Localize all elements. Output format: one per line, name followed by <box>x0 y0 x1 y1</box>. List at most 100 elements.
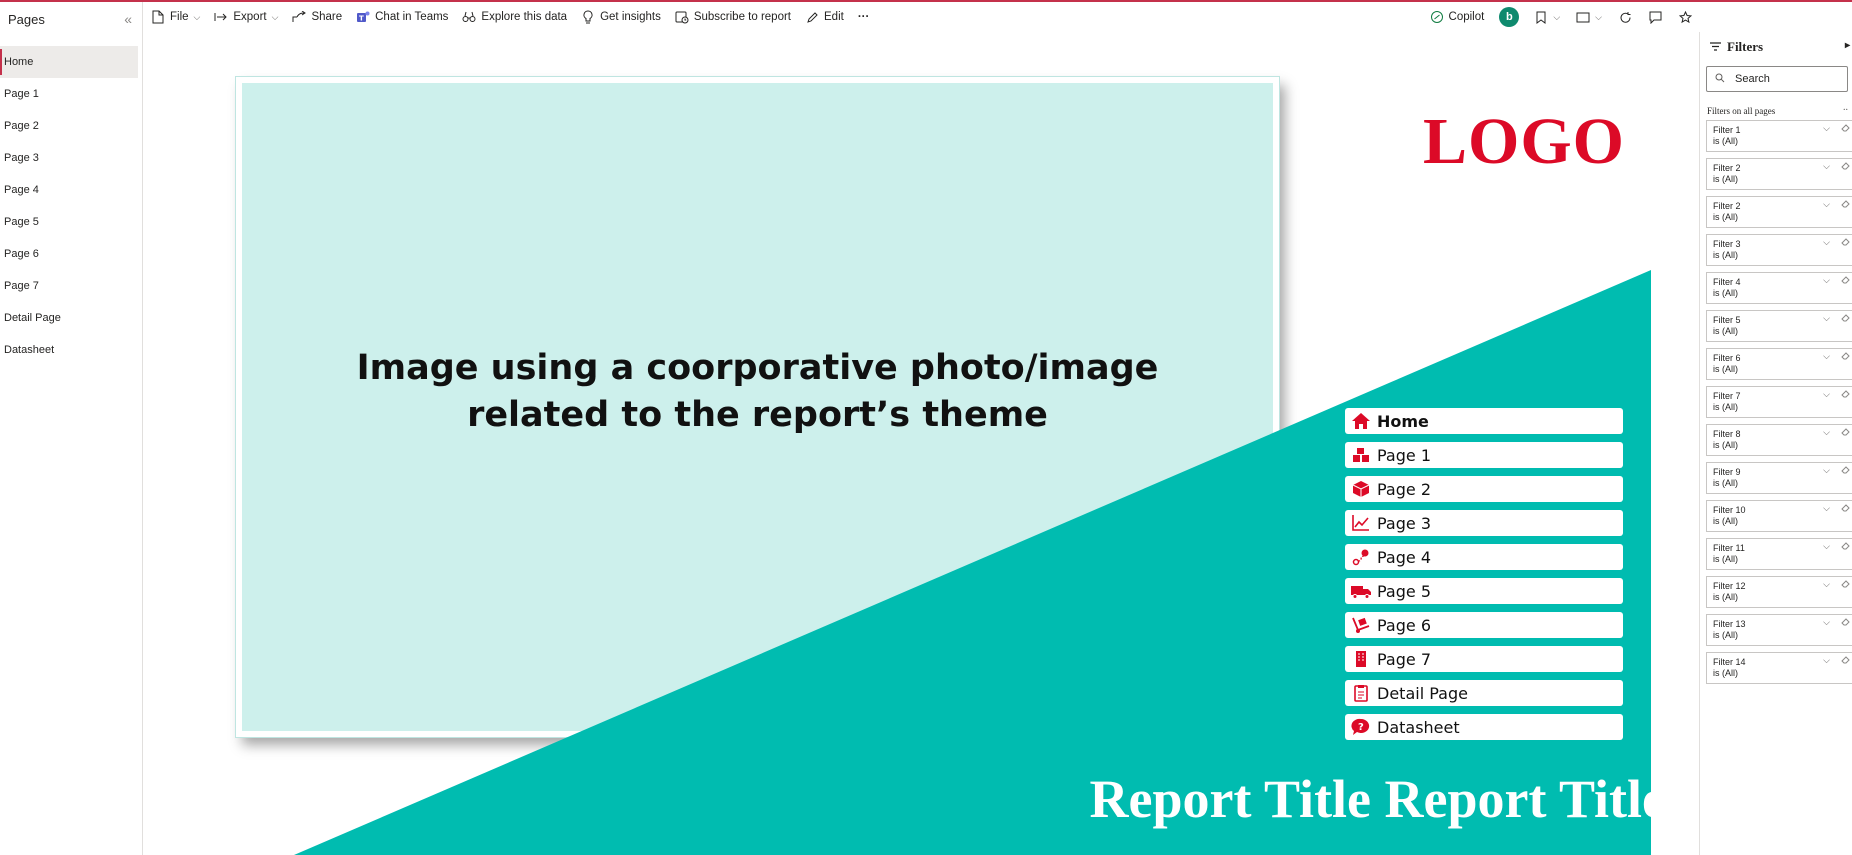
hand-truck-icon <box>1349 614 1373 636</box>
filter-search-input[interactable] <box>1735 73 1825 85</box>
page-item-page-4[interactable]: Page 4 <box>0 174 142 206</box>
filter-card[interactable]: Filter 1 is (All) ⌵ <box>1706 120 1852 152</box>
eraser-icon[interactable] <box>1841 655 1850 666</box>
refresh-button[interactable] <box>1611 4 1639 30</box>
filter-card[interactable]: Filter 5 is (All) ⌵ <box>1706 310 1852 342</box>
chevron-down-icon[interactable]: ⌵ <box>1823 579 1830 590</box>
nav-button-page-4[interactable]: Page 4 <box>1345 544 1623 570</box>
filter-card[interactable]: Filter 8 is (All) ⌵ <box>1706 424 1852 456</box>
get-insights-button[interactable]: Get insights <box>574 4 668 30</box>
page-item-page-1[interactable]: Page 1 <box>0 78 142 110</box>
report-title: Report Title Report Title <box>1089 769 1666 829</box>
edit-button[interactable]: Edit <box>798 4 851 30</box>
nav-button-page-7[interactable]: Page 7 <box>1345 646 1623 672</box>
nav-button-page-2[interactable]: Page 2 <box>1345 476 1623 502</box>
chevron-down-icon: ⌵ <box>1553 11 1561 22</box>
chevron-down-icon[interactable]: ⌵ <box>1823 161 1830 172</box>
view-button[interactable]: ⌵ <box>1569 4 1609 30</box>
filter-card[interactable]: Filter 2 is (All) ⌵ <box>1706 158 1852 190</box>
more-options-button[interactable]: ··· <box>851 4 877 30</box>
cube-icon <box>1349 478 1373 500</box>
filter-name: Filter 1 <box>1713 125 1741 135</box>
chevron-down-icon[interactable]: ⌵ <box>1823 503 1830 514</box>
filter-card[interactable]: Filter 2 is (All) ⌵ <box>1706 196 1852 228</box>
eraser-icon[interactable] <box>1841 427 1850 438</box>
nav-button-page-1[interactable]: Page 1 <box>1345 442 1623 468</box>
chevron-down-icon[interactable]: ⌵ <box>1823 389 1830 400</box>
page-item-page-7[interactable]: Page 7 <box>0 270 142 302</box>
eraser-icon[interactable] <box>1841 351 1850 362</box>
eraser-icon[interactable] <box>1841 237 1850 248</box>
chevron-down-icon[interactable]: ⌵ <box>1823 427 1830 438</box>
chevron-down-icon[interactable]: ⌵ <box>1823 541 1830 552</box>
chevron-down-icon[interactable]: ⌵ <box>1823 123 1830 134</box>
page-item-home[interactable]: Home <box>0 46 138 78</box>
chevron-down-icon[interactable]: ⌵ <box>1823 237 1830 248</box>
eraser-icon[interactable] <box>1841 389 1850 400</box>
chat-in-teams-button[interactable]: T Chat in Teams <box>349 4 455 30</box>
chevron-down-icon[interactable]: ⌵ <box>1823 351 1830 362</box>
filter-card[interactable]: Filter 3 is (All) ⌵ <box>1706 234 1852 266</box>
svg-text:T: T <box>359 15 364 23</box>
chevron-down-icon[interactable]: ⌵ <box>1823 617 1830 628</box>
chevron-down-icon[interactable]: ⌵ <box>1823 275 1830 286</box>
share-label: Share <box>311 11 343 23</box>
binoculars-icon <box>462 10 476 24</box>
page-item-detail-page[interactable]: Detail Page <box>0 302 142 334</box>
nav-button-page-3[interactable]: Page 3 <box>1345 510 1623 536</box>
filter-search-box[interactable] <box>1706 66 1848 92</box>
pages-pane-title: Pages <box>8 11 45 27</box>
bookmark-button[interactable]: ⌵ <box>1527 4 1567 30</box>
file-menu-button[interactable]: File ⌵ <box>144 4 207 30</box>
eraser-icon[interactable] <box>1841 275 1850 286</box>
page-item-datasheet[interactable]: Datasheet <box>0 334 142 366</box>
eraser-icon[interactable] <box>1841 465 1850 476</box>
filter-card[interactable]: Filter 9 is (All) ⌵ <box>1706 462 1852 494</box>
file-icon <box>151 10 165 24</box>
filter-card[interactable]: Filter 14 is (All) ⌵ <box>1706 652 1852 684</box>
page-item-page-6[interactable]: Page 6 <box>0 238 142 270</box>
page-item-page-2[interactable]: Page 2 <box>0 110 142 142</box>
section-more-icon[interactable]: .. <box>1843 102 1848 113</box>
nav-button-home[interactable]: Home <box>1345 408 1623 434</box>
nav-button-datasheet[interactable]: ? Datasheet <box>1345 714 1623 740</box>
filter-card[interactable]: Filter 12 is (All) ⌵ <box>1706 576 1852 608</box>
chevron-down-icon[interactable]: ⌵ <box>1823 655 1830 666</box>
export-menu-button[interactable]: Export ⌵ <box>207 4 285 30</box>
chevron-down-icon[interactable]: ⌵ <box>1823 199 1830 210</box>
eraser-icon[interactable] <box>1841 313 1850 324</box>
explore-data-button[interactable]: Explore this data <box>455 4 574 30</box>
filter-card[interactable]: Filter 10 is (All) ⌵ <box>1706 500 1852 532</box>
filter-value: is (All) <box>1713 592 1738 602</box>
subscribe-button[interactable]: Subscribe to report <box>668 4 798 30</box>
filter-card[interactable]: Filter 7 is (All) ⌵ <box>1706 386 1852 418</box>
eraser-icon[interactable] <box>1841 541 1850 552</box>
copilot-icon <box>1430 10 1444 24</box>
filters-header: Filters ▸ <box>1700 32 1852 62</box>
filter-card[interactable]: Filter 11 is (All) ⌵ <box>1706 538 1852 570</box>
eraser-icon[interactable] <box>1841 199 1850 210</box>
comment-button[interactable] <box>1641 4 1669 30</box>
eraser-icon[interactable] <box>1841 503 1850 514</box>
eraser-icon[interactable] <box>1841 617 1850 628</box>
copilot-button[interactable]: Copilot <box>1423 4 1492 30</box>
expand-pane-icon[interactable]: ▸ <box>1845 40 1850 51</box>
eraser-icon[interactable] <box>1841 579 1850 590</box>
eraser-icon[interactable] <box>1841 161 1850 172</box>
eraser-icon[interactable] <box>1841 123 1850 134</box>
page-item-page-3[interactable]: Page 3 <box>0 142 142 174</box>
user-avatar[interactable]: b <box>1499 7 1520 27</box>
filter-card[interactable]: Filter 6 is (All) ⌵ <box>1706 348 1852 380</box>
page-item-page-5[interactable]: Page 5 <box>0 206 142 238</box>
share-button[interactable]: Share <box>285 4 349 30</box>
filter-card[interactable]: Filter 13 is (All) ⌵ <box>1706 614 1852 646</box>
chevron-down-icon[interactable]: ⌵ <box>1823 465 1830 476</box>
nav-button-page-6[interactable]: Page 6 <box>1345 612 1623 638</box>
nav-button-page-5[interactable]: Page 5 <box>1345 578 1623 604</box>
filter-name: Filter 10 <box>1713 505 1746 515</box>
collapse-pane-icon[interactable]: « <box>124 11 132 27</box>
filter-card[interactable]: Filter 4 is (All) ⌵ <box>1706 272 1852 304</box>
nav-button-detail-page[interactable]: Detail Page <box>1345 680 1623 706</box>
chevron-down-icon[interactable]: ⌵ <box>1823 313 1830 324</box>
favorite-button[interactable] <box>1671 4 1699 30</box>
